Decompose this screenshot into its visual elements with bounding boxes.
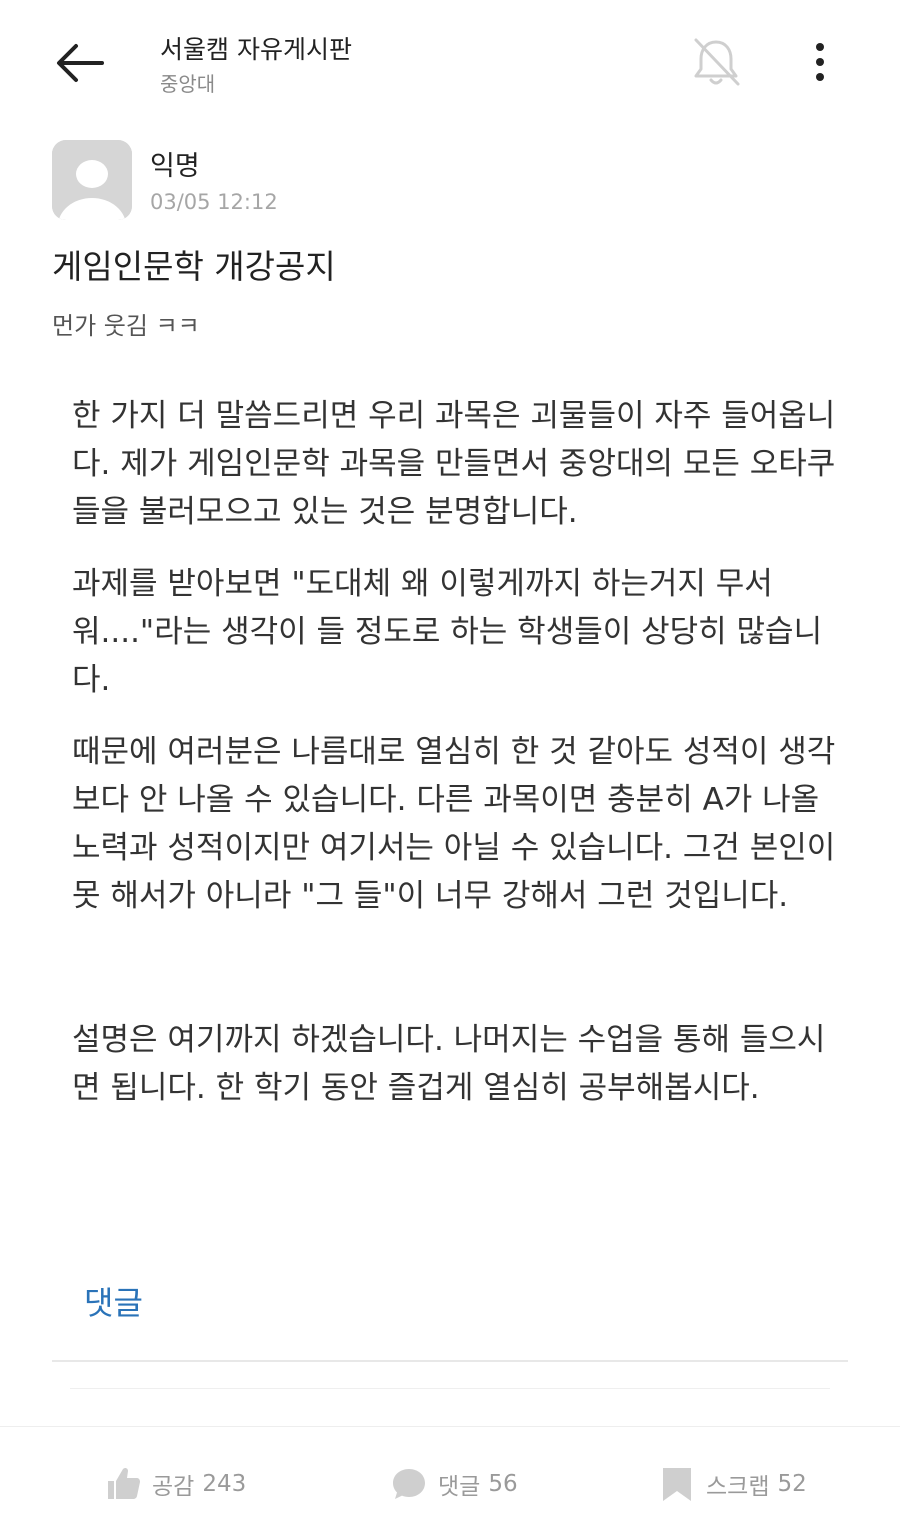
- school-name: 중앙대: [160, 72, 216, 96]
- body-paragraph: 설명은 여기까지 하겠습니다. 나머지는 수업을 통해 들으시면 됩니다. 한 …: [72, 1022, 826, 1106]
- post-subtitle: 먼가 웃김 ㅋㅋ: [52, 312, 200, 340]
- action-bar: 공감 243 댓글 56 스크랩 52: [0, 1440, 900, 1529]
- scrap-button[interactable]: 스크랩 52: [658, 1458, 807, 1510]
- thumbs-up-icon: [108, 1467, 140, 1499]
- notification-toggle-button[interactable]: [688, 34, 744, 90]
- divider: [52, 1360, 848, 1362]
- comment-button[interactable]: 댓글 56: [390, 1458, 518, 1510]
- scrap-count: 52: [777, 1471, 807, 1497]
- bell-off-icon: [694, 38, 740, 86]
- post-body: 한 가지 더 말씀드리면 우리 과목은 괴물들이 자주 들어옵니다. 제가 게임…: [72, 392, 842, 1136]
- more-vertical-icon: [816, 43, 824, 81]
- board-title: 서울캠 자유게시판: [160, 35, 352, 64]
- avatar: [52, 140, 132, 220]
- more-options-button[interactable]: [800, 38, 840, 86]
- post-title: 게임인문학 개강공지: [52, 247, 336, 286]
- anonymous-avatar-icon: [52, 140, 132, 220]
- comments-link[interactable]: 댓글: [84, 1278, 143, 1324]
- divider: [0, 1426, 900, 1427]
- comment-label: 댓글: [438, 1474, 481, 1500]
- like-label: 공감: [152, 1474, 195, 1500]
- scrap-label: 스크랩: [706, 1474, 770, 1500]
- comment-count: 56: [488, 1471, 518, 1497]
- arrow-left-icon: [57, 44, 104, 82]
- body-paragraph: 때문에 여러분은 나름대로 열심히 한 것 같아도 성적이 생각보다 안 나올 …: [72, 734, 836, 914]
- post-timestamp: 03/05 12:12: [150, 190, 278, 214]
- post-detail-screen: 서울캠 자유게시판 중앙대 익명 03/05 12:12 게임인문학 개강공지: [0, 0, 900, 1529]
- bookmark-icon: [663, 1468, 691, 1501]
- body-paragraph: 한 가지 더 말씀드리면 우리 과목은 괴물들이 자주 들어옵니다. 제가 게임…: [72, 398, 836, 530]
- like-button[interactable]: 공감 243: [104, 1458, 246, 1510]
- like-count: 243: [202, 1471, 247, 1497]
- body-paragraph: 과제를 받아보면 "도대체 왜 이렇게까지 하는거지 무서워...."라는 생각…: [72, 566, 823, 698]
- speech-bubble-icon: [393, 1469, 425, 1499]
- divider: [70, 1388, 830, 1389]
- back-button[interactable]: [50, 36, 110, 90]
- app-header: 서울캠 자유게시판 중앙대: [0, 0, 900, 120]
- author-name: 익명: [150, 151, 200, 182]
